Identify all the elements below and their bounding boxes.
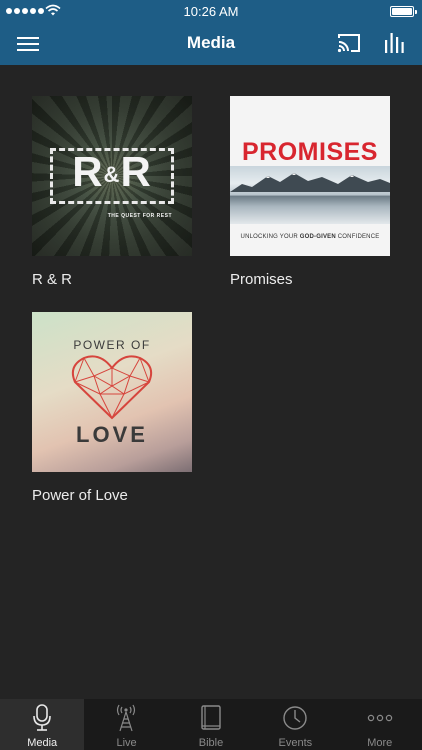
status-bar: 10:26 AM (0, 0, 422, 22)
media-card-power-of-love[interactable]: POWER OF LOVE Power of Love (32, 312, 194, 504)
tab-label: Live (116, 737, 137, 749)
tab-bible[interactable]: Bible (169, 699, 253, 750)
artwork-title-bottom: LOVE (76, 422, 148, 447)
nav-bar: Media (0, 22, 422, 65)
artwork-subtitle: THE QUEST FOR REST (107, 213, 172, 219)
artwork-title-top: POWER OF (73, 338, 151, 352)
tab-events[interactable]: Events (253, 699, 337, 750)
header-bar: 10:26 AM Media (0, 0, 422, 65)
artwork-title: R&R (72, 148, 152, 195)
tab-more[interactable]: More (338, 699, 422, 750)
book-icon (201, 705, 221, 730)
media-card-title[interactable]: Promises (230, 271, 392, 288)
tab-label: Events (278, 737, 313, 749)
stats-icon[interactable] (384, 30, 406, 54)
tab-live[interactable]: Live (84, 699, 168, 750)
microphone-icon (33, 704, 51, 731)
status-time: 10:26 AM (183, 4, 239, 19)
broadcast-tower-icon (117, 704, 136, 732)
media-card-promises[interactable]: PROMISES UNLOCKING YOUR GOD-GIVEN CONFID… (230, 96, 392, 288)
more-dots-icon (367, 714, 392, 722)
app-screen: 10:26 AM Media R&R THE QUEST FOR REST R … (0, 0, 422, 750)
media-card-title[interactable]: Power of Love (32, 487, 194, 504)
series-artwork-power-of-love[interactable]: POWER OF LOVE (32, 312, 192, 472)
cast-icon[interactable] (336, 32, 362, 54)
battery-icon (390, 6, 417, 17)
series-artwork-rr[interactable]: R&R THE QUEST FOR REST (32, 96, 192, 256)
tab-label: Bible (198, 737, 224, 749)
artwork-title: PROMISES (242, 138, 378, 166)
tab-label: More (367, 737, 393, 749)
tab-bar: Media Live Bible Events More (0, 699, 422, 750)
series-artwork-promises[interactable]: PROMISES UNLOCKING YOUR GOD-GIVEN CONFID… (230, 96, 390, 256)
tab-label: Media (27, 737, 58, 749)
clock-icon (283, 706, 307, 730)
media-card-title[interactable]: R & R (32, 271, 194, 288)
artwork-subtitle: UNLOCKING YOUR GOD-GIVEN CONFIDENCE (240, 234, 380, 240)
media-card-rr[interactable]: R&R THE QUEST FOR REST R & R (32, 96, 194, 288)
heart-icon (71, 355, 153, 420)
tab-media[interactable]: Media (0, 699, 85, 750)
